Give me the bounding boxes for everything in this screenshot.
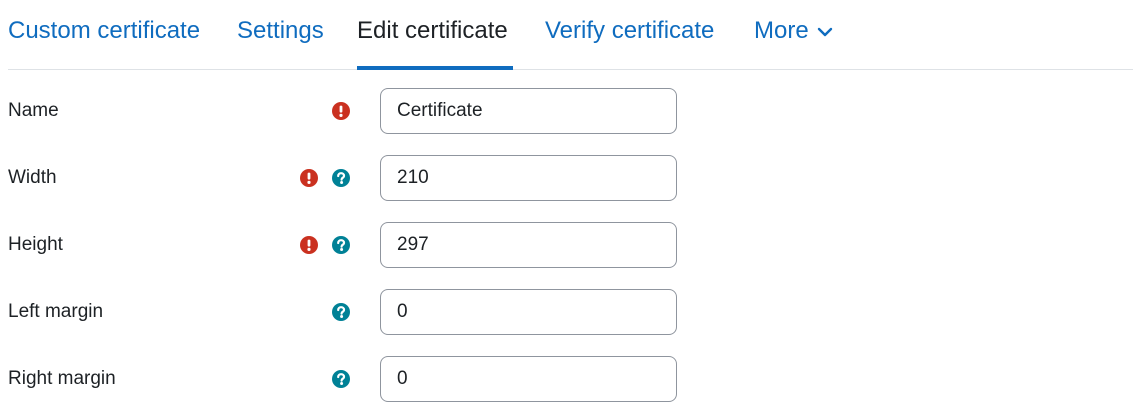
exclamation-circle-icon[interactable]: [332, 102, 350, 120]
tab-more-label: More: [754, 17, 809, 44]
question-circle-icon[interactable]: [332, 169, 350, 187]
question-circle-icon[interactable]: [332, 303, 350, 321]
field-label-left-margin: Left margin: [8, 301, 104, 322]
right-margin-input[interactable]: [380, 356, 677, 402]
tab-custom-certificate[interactable]: Custom certificate: [8, 0, 200, 70]
form-row-name: Name: [0, 88, 1141, 134]
secondary-navigation: Custom certificate Settings Edit certifi…: [8, 0, 1133, 70]
tab-verify-certificate[interactable]: Verify certificate: [545, 0, 714, 70]
form-row-left-margin: Left margin: [0, 289, 1141, 335]
field-label-right-margin: Right margin: [8, 368, 116, 389]
form-row-right-margin: Right margin: [0, 356, 1141, 402]
left-margin-input[interactable]: [380, 289, 677, 335]
question-circle-icon[interactable]: [332, 370, 350, 388]
form-row-height: Height: [0, 222, 1141, 268]
exclamation-circle-icon[interactable]: [300, 169, 318, 187]
field-label-name: Name: [8, 100, 59, 121]
tab-settings[interactable]: Settings: [237, 0, 324, 70]
tab-more[interactable]: More: [754, 0, 833, 70]
width-input[interactable]: [380, 155, 677, 201]
field-label-height: Height: [8, 234, 63, 255]
form-row-width: Width: [0, 155, 1141, 201]
exclamation-circle-icon[interactable]: [300, 236, 318, 254]
question-circle-icon[interactable]: [332, 236, 350, 254]
chevron-down-icon: [817, 0, 833, 61]
field-label-width: Width: [8, 167, 57, 188]
tab-edit-certificate[interactable]: Edit certificate: [357, 0, 513, 70]
name-input[interactable]: [380, 88, 677, 134]
height-input[interactable]: [380, 222, 677, 268]
